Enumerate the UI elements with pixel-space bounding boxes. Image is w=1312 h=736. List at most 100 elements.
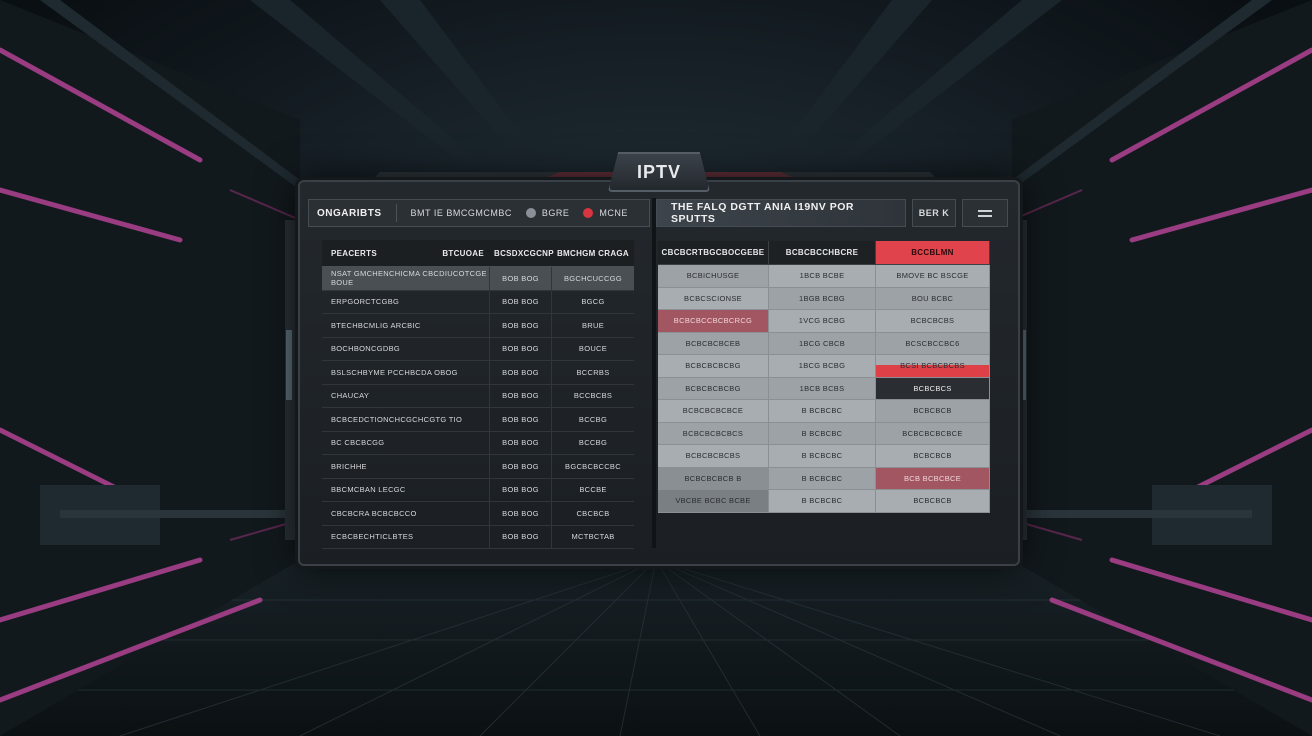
- table-row[interactable]: BSLSCHBYME PCCHBCDA OBOG BOB BOG BCCRBS: [322, 361, 634, 385]
- table-cell: BCCBCBS: [573, 391, 613, 401]
- top-bar: ONGARIBTS BMT IE BMCGMCMBC BGRE MCNE THE…: [308, 198, 1008, 228]
- table-cell: B BCBCBC: [769, 400, 876, 423]
- table-row[interactable]: BCBCBCBCEB 1BCG CBCB BCSCBCCBC6: [658, 332, 990, 355]
- table-cell: BCBCEDCTIONCHCGCHCGTG TIO: [322, 408, 490, 431]
- table-row[interactable]: VBCBE BCBC BCBE B BCBCBC BCBCBCB: [658, 490, 990, 513]
- channel-table: PEACERTS BTCUOAE BCS DXCGCNP BMCHGM CRAGA …: [322, 240, 634, 549]
- table-row[interactable]: BCBICHUSGE 1BCB BCBE BMOVE BC BSCGE: [658, 265, 990, 288]
- header-col-1[interactable]: BCBCBCCHBCRE: [769, 241, 876, 265]
- table-row[interactable]: BRICHHE BOB BOG BGCBCBCCBC: [322, 455, 634, 479]
- table-cell: BOB BOG: [490, 455, 552, 478]
- table-cell: BCBCBCBCBG: [658, 355, 769, 378]
- brand-label[interactable]: ONGARIBTS: [317, 208, 382, 219]
- header-col-0[interactable]: PEACERTS: [331, 249, 377, 258]
- table-row[interactable]: BCBCEDCTIONCHCGCHCGTG TIO BOB BOG BCCBG: [322, 408, 634, 432]
- table-cell: BOB BOG: [490, 337, 552, 360]
- table-cell: BGCBCBCCBC: [565, 461, 621, 471]
- table-cell: BCCRBS: [576, 367, 610, 377]
- table-cell: BOB BOG: [490, 384, 552, 407]
- table-cell: BMOVE BC BSCGE: [876, 265, 990, 288]
- table-cell: BCBCBCBS: [876, 310, 990, 333]
- table-cell: BCBCBCB: [876, 490, 990, 513]
- table-row[interactable]: BBCMCBAN LECGC BOB BOG BCCBE: [322, 478, 634, 502]
- table-row[interactable]: BCBCSCIONSE 1BGB BCBG BOU BCBC: [658, 287, 990, 310]
- table-header: PEACERTS BTCUOAE BCS DXCGCNP BMCHGM CRAGA: [322, 240, 634, 267]
- close-label: BER K: [918, 208, 950, 218]
- table-cell: BCBCBCBCBS: [658, 445, 769, 468]
- table-row[interactable]: BCBCBCBCB BB BCBCBC BCB BCBCBCE: [658, 467, 990, 490]
- table-cell: BCBCBCB: [876, 400, 990, 423]
- table-cell: BOB BOG: [490, 267, 552, 290]
- table-cell: 1BGB BCBG: [769, 287, 876, 310]
- header-col-2[interactable]: BCS: [494, 249, 512, 258]
- table-cell: CBCBCRA BCBCBCCO: [322, 502, 490, 525]
- record-dot-icon: [583, 208, 594, 219]
- banner-title: THE FALQ DGTT ANIA I19NV POR SPUTTS: [656, 199, 906, 227]
- table-cell: BOB BOG: [490, 525, 552, 548]
- banner-text: THE FALQ DGTT ANIA I19NV POR SPUTTS: [671, 201, 854, 225]
- app-title-plate: IPTV: [608, 152, 710, 192]
- header-col-0[interactable]: CBCBCRTBGCBOCGEBE: [658, 241, 769, 265]
- table-cell: BGCHCUCCGG: [563, 273, 622, 283]
- table-cell: BCBICHUSGE: [658, 265, 769, 288]
- table-cell: 1BCG BCBG: [769, 355, 876, 378]
- table-row[interactable]: BOCHBONCGDBG BOB BOG BOUCE: [322, 337, 634, 361]
- table-cell: BOB BOG: [490, 408, 552, 431]
- table-cell: BRUE: [581, 320, 605, 330]
- hamburger-icon[interactable]: [962, 199, 1008, 227]
- table-header: CBCBCRTBGCBOCGEBE BCBCBCCHBCRE BCCBLMN: [658, 241, 990, 265]
- table-cell: BCBCBCBCEB: [658, 332, 769, 355]
- table-row[interactable]: ERPGORCTCGBG BOB BOG BGCG: [322, 290, 634, 314]
- table-cell: NSAT GMCHENCHICMA CBCDIUCOTCGE BOUE: [322, 267, 490, 290]
- nav-item-3[interactable]: MCNE: [583, 208, 628, 219]
- table-row[interactable]: NSAT GMCHENCHICMA CBCDIUCOTCGE BOUE BOB B…: [322, 267, 634, 291]
- table-cell: BOB BOG: [490, 314, 552, 337]
- table-cell: BGCG: [581, 297, 605, 307]
- table-cell: 1VCG BCBG: [769, 310, 876, 333]
- table-cell: CHAUCAY: [322, 384, 490, 407]
- table-cell: BOU BCBC: [876, 287, 990, 310]
- table-row[interactable]: BC CBCBCGG BOB BOG BCCBG: [322, 431, 634, 455]
- table-row[interactable]: BCBCBCCBCBCRCG 1VCG BCBG BCBCBCBS: [658, 310, 990, 333]
- divider: [395, 204, 397, 222]
- table-cell: 1BCG CBCB: [769, 332, 876, 355]
- table-cell: BCCBE: [579, 485, 607, 495]
- table-row[interactable]: BCBCBCBCBG 1BCB BCBS BCBCBCS: [658, 377, 990, 400]
- header-col-4[interactable]: BMCHGM CRAGA: [557, 249, 629, 258]
- header-col-3[interactable]: DXCGCNP: [512, 249, 554, 258]
- table-cell: VBCBE BCBC BCBE: [658, 490, 769, 513]
- table-cell: BCCBG: [578, 414, 608, 424]
- table-row[interactable]: CHAUCAY BOB BOG BCCBCBS: [322, 384, 634, 408]
- table-row[interactable]: BCBCBCBCBG 1BCG BCBG BCSI BCBCBCBS: [658, 355, 990, 378]
- close-button[interactable]: BER K: [912, 199, 956, 227]
- table-cell: B BCBCBC: [769, 445, 876, 468]
- table-cell: BCBCBCS: [876, 377, 990, 400]
- table-row[interactable]: ECBCBECHTICLBTES BOB BOG MCTBCTAB: [322, 525, 634, 549]
- nav-item-2[interactable]: BGRE: [525, 208, 570, 219]
- table-cell: 1BCB BCBS: [769, 377, 876, 400]
- table-cell: BOB BOG: [490, 478, 552, 501]
- table-row[interactable]: BCBCBCBCBCS B BCBCBC BCBCBCBCBCE: [658, 422, 990, 445]
- table-cell: B BCBCBC: [769, 422, 876, 445]
- table-cell: MCTBCTAB: [571, 532, 615, 542]
- table-cell: BCBCBCBCBCE: [658, 400, 769, 423]
- table-cell: BCBCBCBCBCS: [658, 422, 769, 445]
- table-row[interactable]: BTECHBCMLIG ARCBIC BOB BOG BRUE: [322, 314, 634, 338]
- nav-item-1[interactable]: BMT IE BMCGMCMBC: [411, 208, 512, 218]
- table-cell: CBCBCB: [576, 508, 610, 518]
- app-title: IPTV: [636, 161, 681, 182]
- table-cell: BCB BCBCBCE: [876, 467, 990, 490]
- table-cell: BOB BOG: [490, 502, 552, 525]
- schedule-table: CBCBCRTBGCBOCGEBE BCBCBCCHBCRE BCCBLMN B…: [658, 241, 990, 513]
- header-col-1[interactable]: BTCUOAE: [442, 249, 484, 258]
- table-row[interactable]: BCBCBCBCBS B BCBCBC BCBCBCB: [658, 445, 990, 468]
- table-cell: BOCHBONCGDBG: [322, 337, 490, 360]
- header-col-2[interactable]: BCCBLMN: [876, 241, 990, 265]
- table-cell: B BCBCBC: [769, 467, 876, 490]
- table-cell: BOB BOG: [490, 290, 552, 313]
- table-cell: BCBCBCCBCBCRCG: [658, 310, 769, 333]
- table-row[interactable]: CBCBCRA BCBCBCCO BOB BOG CBCBCB: [322, 502, 634, 526]
- table-cell: BCBCSCIONSE: [658, 287, 769, 310]
- table-row[interactable]: BCBCBCBCBCE B BCBCBC BCBCBCB: [658, 400, 990, 423]
- table-cell: BTECHBCMLIG ARCBIC: [322, 314, 490, 337]
